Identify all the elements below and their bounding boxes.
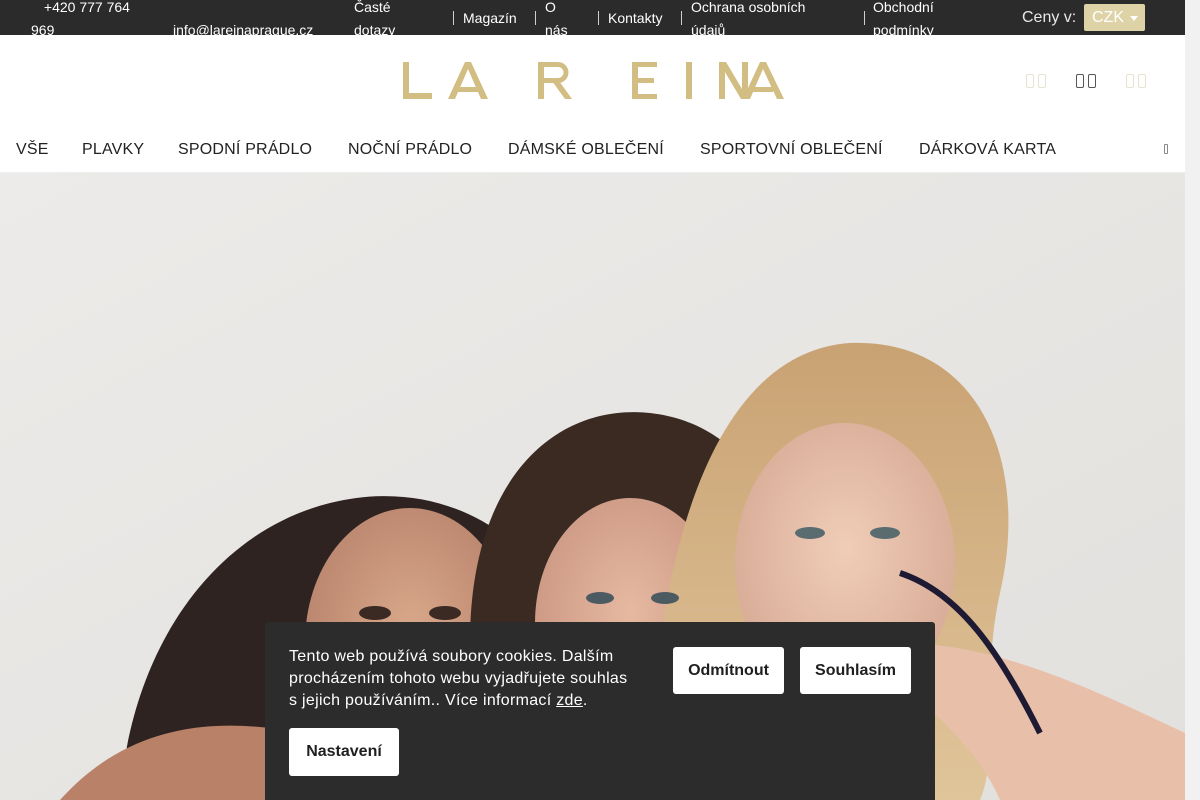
nav-item-gift-card[interactable]: DÁRKOVÁ KARTA bbox=[919, 140, 1056, 160]
logo-graphic bbox=[403, 62, 784, 99]
main-nav: VŠE PLAVKY SPODNÍ PRÁDLO NOČNÍ PRÁDLO DÁ… bbox=[0, 127, 1185, 173]
nav-item-swimwear[interactable]: PLAVKY bbox=[82, 140, 144, 160]
magazine-link[interactable]: Magazín bbox=[463, 7, 517, 30]
divider bbox=[681, 11, 682, 25]
prices-label: Ceny v: bbox=[1022, 9, 1077, 26]
cart-icon[interactable] bbox=[1126, 71, 1150, 91]
accept-cookies-button[interactable]: Souhlasím bbox=[800, 647, 911, 694]
top-bar: +420 777 764 969 info@lareinaprague.cz Č… bbox=[0, 0, 1185, 38]
reject-cookies-button[interactable]: Odmítnout bbox=[673, 647, 784, 694]
user-icon[interactable] bbox=[1026, 71, 1050, 91]
cookie-more-info-link[interactable]: zde bbox=[556, 692, 583, 709]
menu-more-icon[interactable] bbox=[1164, 144, 1168, 154]
phone-number: +420 777 764 969 bbox=[31, 0, 130, 38]
currency-dropdown[interactable]: CZK bbox=[1084, 4, 1145, 31]
nav-item-womens-clothing[interactable]: DÁMSKÉ OBLEČENÍ bbox=[508, 140, 664, 160]
site-logo[interactable] bbox=[400, 60, 785, 102]
cookie-settings-button[interactable]: Nastavení bbox=[289, 728, 399, 776]
nav-item-underwear[interactable]: SPODNÍ PRÁDLO bbox=[178, 140, 312, 160]
site-header bbox=[0, 35, 1185, 127]
divider bbox=[535, 11, 536, 25]
contacts-link[interactable]: Kontakty bbox=[608, 7, 662, 30]
currency-value: CZK bbox=[1092, 9, 1124, 26]
nav-item-nightwear[interactable]: NOČNÍ PRÁDLO bbox=[348, 140, 472, 160]
page-scrollbar[interactable] bbox=[1185, 0, 1200, 800]
cookie-message-end: . bbox=[582, 692, 588, 709]
divider bbox=[453, 11, 454, 25]
nav-item-sportswear[interactable]: SPORTOVNÍ OBLEČENÍ bbox=[700, 140, 883, 160]
cookie-message: Tento web používá soubory cookies. Další… bbox=[289, 646, 639, 712]
divider bbox=[598, 11, 599, 25]
divider bbox=[864, 11, 865, 25]
search-icon[interactable] bbox=[1076, 71, 1100, 91]
cookie-banner: Tento web používá soubory cookies. Další… bbox=[265, 622, 935, 800]
caret-down-icon bbox=[1130, 16, 1138, 21]
nav-item-all[interactable]: VŠE bbox=[16, 140, 49, 160]
